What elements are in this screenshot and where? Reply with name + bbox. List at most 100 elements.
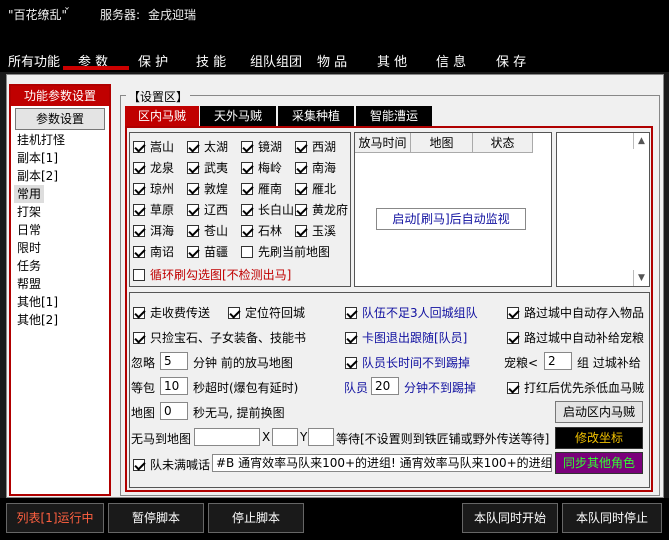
- menu-team[interactable]: 组队组团: [250, 51, 302, 70]
- checkbox-icon[interactable]: [133, 162, 145, 174]
- stop-script-button[interactable]: 停止脚本: [208, 503, 304, 533]
- checkbox-exit-follow[interactable]: 卡图退出跟随[队员]: [345, 329, 467, 346]
- checkbox-loop-refresh[interactable]: 循环刷勾选图[不检测出马]: [133, 266, 291, 283]
- checkbox-region[interactable]: 琼州: [133, 180, 174, 197]
- sidebar-item-guild[interactable]: 帮盟: [17, 275, 41, 293]
- list-running-button[interactable]: 列表[1]运行中: [6, 503, 104, 533]
- checkbox-icon[interactable]: [241, 162, 253, 174]
- checkbox-icon[interactable]: [133, 246, 145, 258]
- sidebar-item-hangup[interactable]: 挂机打怪: [17, 131, 65, 149]
- pet-food-input[interactable]: 2: [544, 352, 572, 370]
- checkbox-region[interactable]: 苍山: [187, 222, 228, 239]
- tab-outer-bandits[interactable]: 天外马贼: [200, 106, 276, 126]
- checkbox-region[interactable]: 石林: [241, 222, 282, 239]
- menu-other[interactable]: 其 他: [377, 51, 407, 70]
- checkbox-icon[interactable]: [187, 141, 199, 153]
- checkbox-icon[interactable]: [241, 183, 253, 195]
- x-coord-input[interactable]: [272, 428, 298, 446]
- tab-smart-transport[interactable]: 智能漕运: [356, 106, 432, 126]
- sidebar-item-dungeon-1[interactable]: 副本[1]: [17, 149, 58, 167]
- checkbox-region[interactable]: 南海: [295, 159, 336, 176]
- checkbox-icon[interactable]: [507, 382, 519, 394]
- checkbox-region[interactable]: 敦煌: [187, 180, 228, 197]
- start-local-bandits-button[interactable]: 启动区内马贼: [555, 401, 643, 423]
- checkbox-icon[interactable]: [133, 307, 145, 319]
- checkbox-icon[interactable]: [345, 332, 357, 344]
- checkbox-region[interactable]: 梅岭: [241, 159, 282, 176]
- checkbox-region[interactable]: 辽西: [187, 201, 228, 218]
- checkbox-region[interactable]: 太湖: [187, 138, 228, 155]
- checkbox-icon[interactable]: [295, 183, 307, 195]
- checkbox-auto-pet-food[interactable]: 路过城中自动补给宠粮: [507, 329, 644, 346]
- checkbox-region[interactable]: 嵩山: [133, 138, 174, 155]
- checkbox-region[interactable]: 西湖: [295, 138, 336, 155]
- checkbox-locator-return[interactable]: 定位符回城: [228, 304, 305, 321]
- checkbox-region[interactable]: 长白山: [241, 201, 294, 218]
- sidebar-item-common[interactable]: 常用: [14, 185, 44, 203]
- menu-protect[interactable]: 保 护: [138, 51, 168, 70]
- checkbox-region[interactable]: 南诏: [133, 243, 174, 260]
- menu-save[interactable]: 保 存: [496, 51, 526, 70]
- checkbox-icon[interactable]: [133, 332, 145, 344]
- wait-bag-input[interactable]: 10: [160, 377, 188, 395]
- checkbox-icon[interactable]: [133, 141, 145, 153]
- team-stop-button[interactable]: 本队同时停止: [562, 503, 662, 533]
- checkbox-region[interactable]: 玉溪: [295, 222, 336, 239]
- menu-items[interactable]: 物 品: [317, 51, 347, 70]
- y-coord-input[interactable]: [308, 428, 334, 446]
- checkbox-region[interactable]: 雁南: [241, 180, 282, 197]
- checkbox-region[interactable]: 黄龙府: [295, 201, 348, 218]
- checkbox-icon[interactable]: [133, 183, 145, 195]
- checkbox-icon[interactable]: [187, 204, 199, 216]
- menu-all-functions[interactable]: 所有功能: [8, 51, 60, 70]
- checkbox-icon[interactable]: [507, 332, 519, 344]
- param-settings-button[interactable]: 参数设置: [15, 108, 105, 130]
- chevron-down-icon[interactable]: ˇ: [64, 6, 70, 20]
- checkbox-region[interactable]: 洱海: [133, 222, 174, 239]
- checkbox-icon[interactable]: [241, 141, 253, 153]
- sidebar-item-other-2[interactable]: 其他[2]: [17, 311, 58, 329]
- scroll-down-icon[interactable]: ▼: [633, 270, 649, 286]
- checkbox-icon[interactable]: [295, 162, 307, 174]
- checkbox-icon[interactable]: [295, 141, 307, 153]
- member-minutes-input[interactable]: 20: [371, 377, 399, 395]
- checkbox-icon[interactable]: [345, 307, 357, 319]
- checkbox-region[interactable]: 龙泉: [133, 159, 174, 176]
- menu-info[interactable]: 信 息: [436, 51, 466, 70]
- sidebar-item-other-1[interactable]: 其他[1]: [17, 293, 58, 311]
- checkbox-red-first[interactable]: 打红后优先杀低血马贼: [507, 379, 644, 396]
- ignore-minutes-input[interactable]: 5: [160, 352, 188, 370]
- tab-local-bandits[interactable]: 区内马贼: [125, 106, 199, 126]
- no-horse-map-input[interactable]: [194, 428, 260, 446]
- checkbox-region[interactable]: 武夷: [187, 159, 228, 176]
- checkbox-icon[interactable]: [295, 204, 307, 216]
- checkbox-icon[interactable]: [187, 246, 199, 258]
- sync-role-button[interactable]: 同步其他角色: [555, 452, 643, 474]
- checkbox-icon[interactable]: [241, 225, 253, 237]
- pause-script-button[interactable]: 暂停脚本: [108, 503, 204, 533]
- checkbox-icon[interactable]: [133, 204, 145, 216]
- checkbox-icon[interactable]: [133, 269, 145, 281]
- checkbox-icon[interactable]: [187, 225, 199, 237]
- menu-skills[interactable]: 技 能: [196, 51, 226, 70]
- team-start-button[interactable]: 本队同时开始: [462, 503, 558, 533]
- checkbox-region[interactable]: 雁北: [295, 180, 336, 197]
- checkbox-icon[interactable]: [133, 225, 145, 237]
- checkbox-region[interactable]: 苗疆: [187, 243, 228, 260]
- checkbox-pick-gems[interactable]: 只捡宝石、子女装备、技能书: [133, 329, 306, 346]
- checkbox-icon[interactable]: [187, 162, 199, 174]
- sidebar-item-fight[interactable]: 打架: [17, 203, 41, 221]
- checkbox-icon[interactable]: [345, 357, 357, 369]
- sidebar-item-daily[interactable]: 日常: [17, 221, 41, 239]
- checkbox-icon[interactable]: [187, 183, 199, 195]
- checkbox-region[interactable]: 镜湖: [241, 138, 282, 155]
- checkbox-region[interactable]: 草原: [133, 201, 174, 218]
- checkbox-icon[interactable]: [133, 459, 145, 471]
- checkbox-icon[interactable]: [507, 307, 519, 319]
- scroll-up-icon[interactable]: ▲: [633, 133, 649, 149]
- auto-monitor-button[interactable]: 启动[刷马]后自动监视: [376, 208, 526, 230]
- edit-coord-button[interactable]: 修改坐标: [555, 427, 643, 449]
- checkbox-first-refresh[interactable]: 先刷当前地图: [241, 243, 330, 260]
- checkbox-icon[interactable]: [228, 307, 240, 319]
- checkbox-team-shout[interactable]: 队未满喊话: [133, 456, 210, 473]
